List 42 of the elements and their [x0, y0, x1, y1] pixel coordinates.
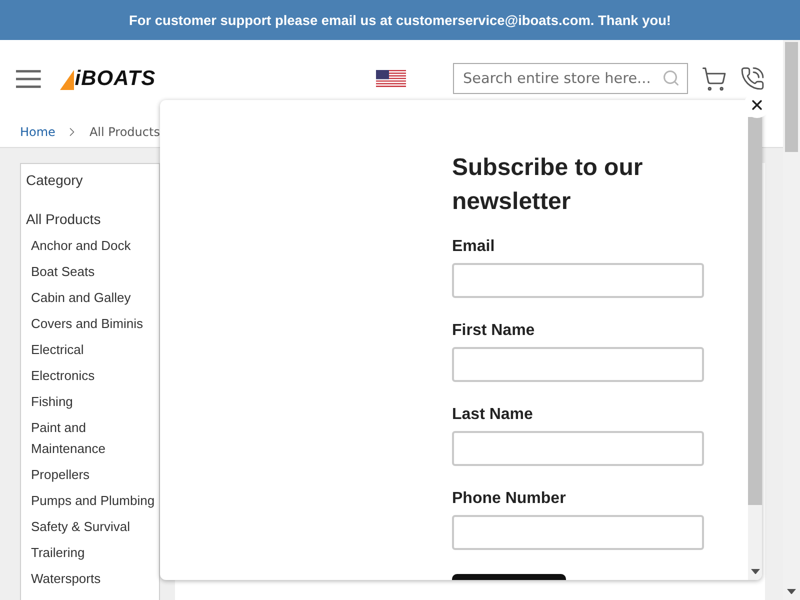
- input-field[interactable]: [452, 431, 704, 466]
- category-link[interactable]: Cabin and Galley: [31, 284, 131, 310]
- search-field[interactable]: Search entire store here...: [453, 63, 688, 94]
- category-link[interactable]: Trailering: [31, 539, 85, 565]
- field-label: Phone Number: [452, 490, 566, 508]
- popup-title: Subscribe to our newsletter: [452, 153, 644, 217]
- category-link[interactable]: Watersports: [31, 565, 101, 591]
- category-link[interactable]: Safety & Survival: [31, 513, 130, 539]
- input-field[interactable]: [452, 515, 704, 550]
- breadcrumb-current-page: All Products: [89, 125, 160, 139]
- cart-icon[interactable]: [701, 66, 727, 92]
- category-link[interactable]: Fishing: [31, 388, 73, 414]
- category-link[interactable]: Electrical: [31, 336, 84, 362]
- category-link[interactable]: Propellers: [31, 461, 90, 487]
- field-label: First Name: [452, 322, 535, 340]
- phone-icon[interactable]: [740, 66, 765, 91]
- category-link[interactable]: Covers and Biminis: [31, 310, 143, 336]
- search-icon[interactable]: [662, 69, 680, 87]
- popup-scrollbar[interactable]: [748, 117, 762, 580]
- scrollbar-thumb[interactable]: [748, 117, 762, 505]
- category-link[interactable]: Anchor and Dock: [31, 232, 131, 258]
- sail-icon: [60, 70, 74, 90]
- close-icon: [749, 97, 765, 113]
- sidebar-title: Category: [26, 172, 83, 189]
- page-scrollbar[interactable]: [783, 40, 800, 600]
- category-link[interactable]: Pumps and Plumbing: [31, 487, 155, 513]
- menu-icon[interactable]: [16, 70, 41, 88]
- input-field[interactable]: [452, 263, 704, 298]
- logo-link[interactable]: iBOATS: [60, 68, 159, 90]
- breadcrumb-link[interactable]: Home: [20, 125, 56, 139]
- category-link[interactable]: Boat Seats: [31, 258, 95, 284]
- caret-down-icon[interactable]: [750, 568, 760, 574]
- us-flag-icon[interactable]: [376, 70, 406, 87]
- announcement-text: For customer support please email us at customerservice@iboats.com. Thank you!: [129, 12, 671, 28]
- input-field[interactable]: [452, 347, 704, 382]
- scrollbar-thumb[interactable]: [785, 42, 798, 152]
- field-label: Email: [452, 238, 495, 256]
- category-link[interactable]: Paint and Maintenance: [31, 414, 159, 461]
- field-label: Last Name: [452, 406, 533, 424]
- category-link[interactable]: Electronics: [31, 362, 95, 388]
- caret-down-icon[interactable]: [787, 588, 796, 594]
- category-link[interactable]: All Products: [26, 209, 101, 229]
